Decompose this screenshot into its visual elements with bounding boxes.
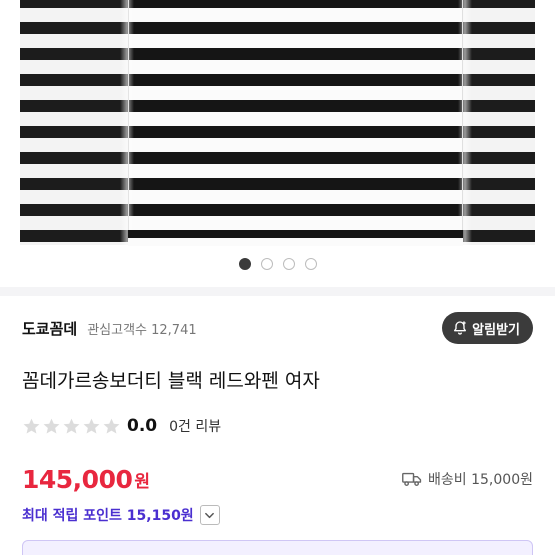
carousel-dot[interactable] — [238, 258, 251, 270]
shop-info-row: 도쿄꼼데 관심고객수 12,741 알림받기 — [22, 305, 533, 351]
shipping-fee-label: 배송비 15,000원 — [428, 472, 533, 488]
price-amount: 145,000 — [22, 464, 133, 494]
star-icon — [83, 418, 100, 434]
product-image[interactable] — [0, 0, 555, 277]
striped-shirt-photo — [20, 0, 535, 267]
reward-points-row[interactable]: 최대 적립 포인트 15,150원 — [22, 503, 220, 527]
carousel-dot[interactable] — [260, 258, 273, 270]
review-count-link[interactable]: 0건 리뷰 — [169, 416, 221, 436]
star-rating — [22, 417, 121, 436]
price-row: 145,000 원 배송비 15,000원 — [22, 461, 533, 497]
star-icon — [23, 418, 40, 434]
promo-banner[interactable] — [22, 540, 533, 555]
star-icon — [43, 418, 60, 434]
shipping-fee: 배송비 15,000원 — [402, 469, 533, 489]
max-points-label: 최대 적립 포인트 15,150원 — [22, 508, 194, 524]
rating-row[interactable]: 0.0 0건 리뷰 — [22, 414, 221, 438]
truck-icon — [402, 472, 422, 487]
chevron-down-icon — [205, 512, 215, 518]
rating-value: 0.0 — [127, 416, 158, 436]
alarm-button[interactable]: 알림받기 — [442, 312, 533, 344]
bell-plus-icon — [454, 321, 467, 335]
points-expand-button[interactable] — [199, 505, 220, 525]
star-icon — [103, 418, 120, 434]
shirt-body — [128, 0, 463, 267]
alarm-button-label: 알림받기 — [472, 322, 520, 338]
shop-name[interactable]: 도쿄꼼데 — [22, 318, 77, 339]
shirt-hem — [128, 230, 463, 246]
carousel-dot[interactable] — [304, 258, 317, 270]
interest-count: 관심고객수 12,741 — [87, 322, 197, 338]
section-divider — [0, 287, 555, 296]
star-icon — [63, 418, 80, 434]
price-unit: 원 — [134, 471, 151, 492]
product-title: 꼼데가르송보더티 블랙 레드와펜 여자 — [22, 370, 320, 392]
carousel-dot[interactable] — [282, 258, 295, 270]
carousel-indicator[interactable] — [0, 258, 555, 270]
